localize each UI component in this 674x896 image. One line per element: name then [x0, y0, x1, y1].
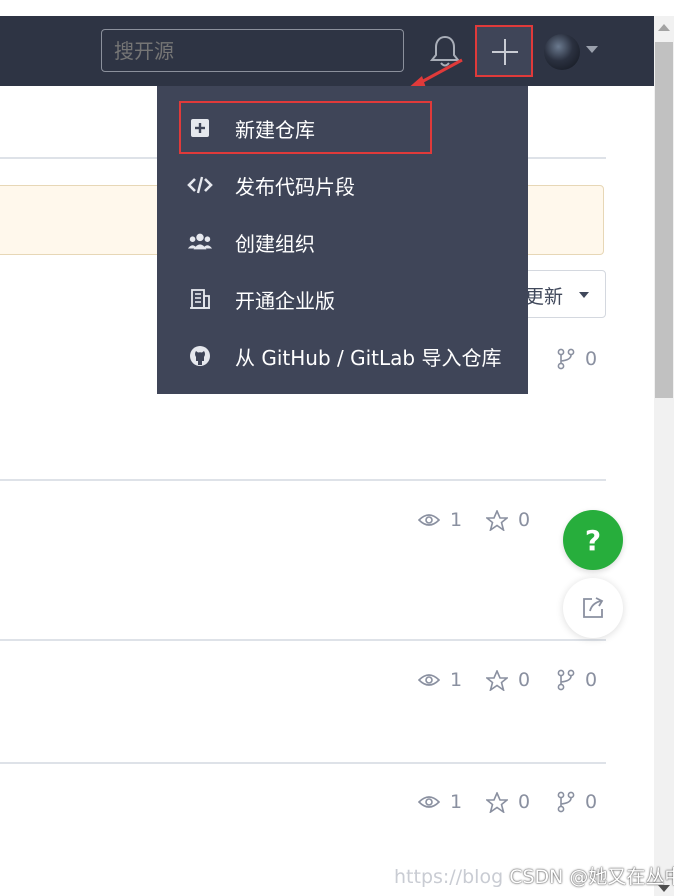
watermark-author: CSDN @她又在丛中笑	[509, 866, 674, 888]
search-input[interactable]	[101, 29, 404, 72]
fork-count: 0	[557, 791, 597, 813]
menu-item-label: 从 GitHub / GitLab 导入仓库	[235, 345, 502, 370]
vertical-scrollbar[interactable]	[654, 16, 674, 896]
menu-item-publish-snippet[interactable]: 发布代码片段	[157, 157, 528, 213]
scrollbar-thumb[interactable]	[655, 42, 673, 398]
fork-icon	[557, 669, 575, 691]
plus-square-icon	[187, 115, 213, 141]
menu-item-enterprise[interactable]: 开通企业版	[157, 271, 528, 327]
top-navbar	[0, 16, 654, 86]
create-dropdown-menu: 新建仓库 发布代码片段 创建组织 开通企业版 从 GitHub / GitLab…	[157, 86, 528, 394]
help-button[interactable]: ?	[563, 510, 623, 570]
create-plus-button[interactable]	[475, 25, 533, 77]
watch-count: 1	[418, 791, 462, 813]
users-icon	[187, 229, 213, 255]
code-icon	[187, 172, 213, 198]
github-icon	[187, 343, 213, 369]
menu-item-label: 新建仓库	[235, 117, 315, 142]
menu-item-label: 创建组织	[235, 231, 315, 256]
divider	[0, 479, 606, 481]
star-icon	[486, 791, 508, 813]
eye-icon	[418, 674, 440, 686]
divider	[0, 639, 606, 641]
building-icon	[187, 286, 213, 312]
sort-label: 更新	[525, 286, 564, 308]
eye-icon	[418, 514, 440, 526]
watermark: https://blog CSDN @她又在丛中笑	[394, 862, 674, 889]
avatar[interactable]	[544, 34, 580, 70]
share-button[interactable]	[563, 578, 623, 638]
plus-icon	[492, 39, 518, 65]
star-count: 0	[486, 669, 530, 691]
menu-item-label: 开通企业版	[235, 288, 335, 313]
fork-count: 0	[557, 348, 597, 370]
watermark-url: https://blog	[394, 866, 504, 888]
menu-item-create-org[interactable]: 创建组织	[157, 214, 528, 270]
fork-icon	[557, 791, 575, 813]
menu-item-label: 发布代码片段	[235, 174, 355, 199]
menu-item-import-repo[interactable]: 从 GitHub / GitLab 导入仓库	[157, 328, 528, 384]
caret-down-icon[interactable]	[586, 46, 598, 53]
fork-icon	[557, 348, 575, 370]
star-count: 0	[486, 791, 530, 813]
watch-count: 1	[418, 509, 462, 531]
help-label: ?	[584, 523, 602, 557]
scroll-up-arrow-icon[interactable]	[658, 24, 670, 31]
star-icon	[486, 509, 508, 531]
star-icon	[486, 669, 508, 691]
star-count: 0	[486, 509, 530, 531]
menu-item-new-repo[interactable]: 新建仓库	[157, 100, 528, 156]
fork-count: 0	[557, 669, 597, 691]
caret-down-icon	[579, 292, 589, 298]
divider	[0, 762, 606, 764]
watch-count: 1	[418, 669, 462, 691]
share-icon	[583, 597, 604, 618]
eye-icon	[418, 796, 440, 808]
